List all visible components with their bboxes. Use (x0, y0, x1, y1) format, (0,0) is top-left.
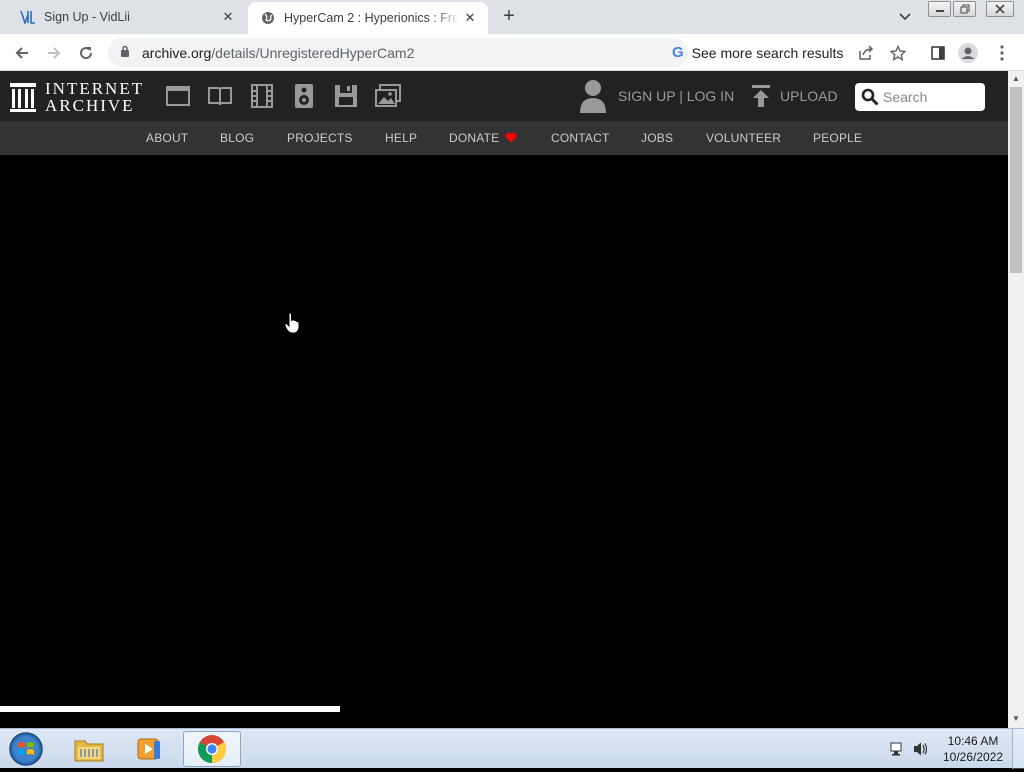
back-arrow-icon[interactable] (10, 41, 34, 65)
nav-jobs[interactable]: JOBS (641, 131, 673, 145)
audio-speaker-icon[interactable] (291, 83, 317, 109)
tab-close-icon[interactable]: ✕ (460, 8, 480, 28)
signup-login-link[interactable]: SIGN UP | LOG IN (618, 88, 734, 104)
web-archive-icon[interactable] (165, 83, 191, 109)
globe-icon (260, 10, 276, 26)
tab-close-icon[interactable]: ✕ (218, 7, 238, 27)
tab-vidlii[interactable]: Sign Up - VidLii ✕ (8, 0, 246, 34)
search-placeholder: Search (883, 89, 928, 105)
new-tab-button[interactable]: + (498, 6, 520, 28)
start-button[interactable] (6, 731, 46, 767)
video-player[interactable] (0, 155, 1008, 712)
minimize-button[interactable] (928, 1, 951, 17)
ia-header: INTERNET ARCHIVE SIGN UP | LOG IN UPLOAD… (0, 71, 1008, 121)
ia-nav-bar: ABOUT BLOG PROJECTS HELP DONATE CONTACT … (0, 121, 1008, 155)
software-floppy-icon[interactable] (333, 83, 359, 109)
side-panel-icon[interactable] (928, 43, 948, 63)
user-avatar-icon[interactable] (578, 79, 608, 113)
archive-building-icon (10, 83, 36, 112)
hand-cursor-icon (284, 312, 300, 339)
file-explorer-taskbar-icon[interactable] (60, 731, 118, 767)
bookmark-star-icon[interactable] (888, 43, 908, 63)
search-icon (861, 88, 879, 106)
taskbar-clock[interactable]: 10:46 AM 10/26/2022 (936, 733, 1010, 765)
texts-book-icon[interactable] (207, 83, 233, 109)
restore-button[interactable] (953, 1, 976, 17)
tab-hypercam[interactable]: HyperCam 2 : Hyperionics : Free Download… (248, 2, 488, 34)
address-bar[interactable]: archive.org/details/UnregisteredHyperCam… (108, 38, 688, 67)
ia-wordmark-line1: INTERNET (45, 79, 145, 98)
page-scrollbar[interactable]: ▲ ▼ (1008, 71, 1024, 728)
clock-time: 10:46 AM (947, 734, 999, 748)
chrome-taskbar-icon[interactable] (183, 731, 241, 767)
reload-icon[interactable] (74, 41, 98, 65)
url-text: archive.org/details/UnregisteredHyperCam… (142, 45, 414, 61)
network-icon (890, 742, 902, 756)
clock-date: 10/26/2022 (942, 750, 1004, 764)
images-icon[interactable] (375, 83, 401, 109)
heart-icon (505, 132, 517, 143)
profile-avatar-icon[interactable] (958, 43, 978, 63)
see-more-label: See more search results (691, 44, 844, 61)
url-host: archive.org (142, 45, 212, 61)
nav-donate-label: DONATE (449, 131, 500, 145)
scroll-up-arrow-icon[interactable]: ▲ (1011, 74, 1021, 84)
tab-title: HyperCam 2 : Hyperionics : Free Download… (284, 11, 460, 25)
scroll-down-arrow-icon[interactable]: ▼ (1011, 714, 1021, 724)
nav-contact[interactable]: CONTACT (551, 131, 610, 145)
url-path: /details/UnregisteredHyperCam2 (211, 45, 415, 61)
browser-menu-icon[interactable] (992, 43, 1012, 63)
nav-people[interactable]: PEOPLE (813, 131, 862, 145)
taskbar: 10:46 AM 10/26/2022 (0, 728, 1024, 769)
forward-arrow-icon[interactable] (42, 41, 66, 65)
media-player-taskbar-icon[interactable] (120, 731, 178, 767)
nav-volunteer[interactable]: VOLUNTEER (706, 131, 781, 145)
ia-search-input[interactable]: Search (855, 83, 985, 111)
lock-icon (120, 45, 130, 63)
nav-help[interactable]: HELP (385, 131, 417, 145)
ia-wordmark-line2: ARCHIVE (45, 96, 135, 115)
ia-logo[interactable]: INTERNET ARCHIVE (9, 80, 144, 114)
player-progress-strip[interactable] (0, 706, 340, 712)
video-film-icon[interactable] (249, 83, 275, 109)
see-more-search-results-chip[interactable]: G See more search results (672, 44, 843, 61)
close-window-button[interactable] (986, 1, 1014, 17)
tab-title: Sign Up - VidLii (44, 10, 130, 24)
volume-icon (914, 742, 928, 756)
scrollbar-thumb[interactable] (1010, 87, 1022, 273)
nav-donate[interactable]: DONATE (449, 131, 517, 145)
nav-projects[interactable]: PROJECTS (287, 131, 353, 145)
show-desktop-button[interactable] (1012, 729, 1024, 769)
browser-toolbar: archive.org/details/UnregisteredHyperCam… (0, 34, 1024, 71)
ia-wordmark: INTERNET ARCHIVE (45, 80, 144, 114)
system-tray (890, 741, 930, 762)
vidlii-icon (20, 9, 36, 25)
nav-blog[interactable]: BLOG (220, 131, 254, 145)
share-icon[interactable] (856, 43, 876, 63)
nav-about[interactable]: ABOUT (146, 131, 188, 145)
tab-strip: Sign Up - VidLii ✕ HyperCam 2 : Hyperion… (0, 0, 1024, 34)
google-g-icon: G (672, 44, 684, 61)
upload-link[interactable]: UPLOAD (780, 88, 838, 104)
tab-search-chevron-icon[interactable] (896, 8, 914, 26)
upload-arrow-icon[interactable] (750, 84, 772, 108)
